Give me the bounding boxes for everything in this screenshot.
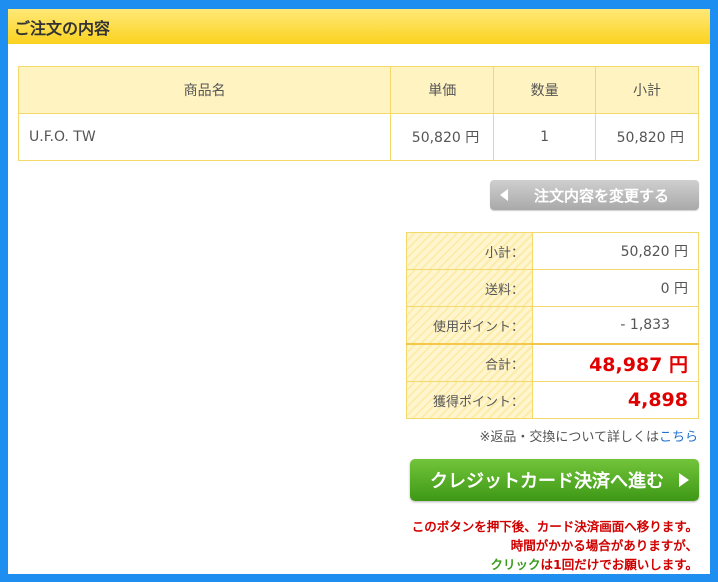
- section-title: ご注文の内容: [14, 18, 111, 38]
- order-summary-table: 小計： 50,820 円 送料： 0 円 使用ポイント： - 1,833 合計：…: [406, 232, 699, 419]
- total-value: 48,987 円: [532, 343, 699, 382]
- total-label: 合計：: [406, 343, 533, 382]
- summary-row-shipping: 送料： 0 円: [406, 269, 699, 307]
- summary-row-total: 合計： 48,987 円: [406, 343, 699, 382]
- subtotal-value: 50,820 円: [532, 232, 699, 270]
- points-used-label: 使用ポイント：: [406, 306, 533, 345]
- column-header-subtotal: 小計: [595, 66, 699, 114]
- proceed-button-label: クレジットカード決済へ進む: [430, 471, 664, 492]
- summary-row-points-used: 使用ポイント： - 1,833: [406, 306, 699, 345]
- warning-line-2: 時間がかかる場合がありますが、: [510, 538, 698, 553]
- table-row: U.F.O. TW 50,820 円 1 50,820 円: [17, 113, 699, 161]
- points-earned-label: 獲得ポイント：: [406, 381, 533, 419]
- table-header-row: 商品名 単価 数量 小計: [17, 66, 699, 114]
- column-header-quantity: 数量: [493, 66, 597, 114]
- unit-price-cell: 50,820 円: [390, 113, 495, 161]
- subtotal-cell: 50,820 円: [595, 113, 699, 161]
- summary-row-points-earned: 獲得ポイント： 4,898: [406, 381, 699, 419]
- points-earned-value: 4,898: [532, 381, 699, 419]
- quantity-cell: 1: [493, 113, 597, 161]
- proceed-to-credit-card-button[interactable]: クレジットカード決済へ進む: [410, 459, 699, 501]
- product-name-cell: U.F.O. TW: [17, 113, 392, 161]
- triangle-right-icon: [679, 473, 689, 487]
- points-used-value: - 1,833: [532, 306, 699, 345]
- warning-line-3: クリックは1回だけでお願いします。: [412, 555, 698, 574]
- warning-click-text: クリック: [490, 557, 541, 572]
- returns-note-text: ※返品・交換について詳しくは: [479, 430, 659, 445]
- payment-warning: このボタンを押下後、カード決済画面へ移ります。 時間がかかる場合がありますが、 …: [412, 517, 698, 574]
- subtotal-label: 小計：: [406, 232, 533, 270]
- section-header: ご注文の内容: [8, 9, 710, 44]
- triangle-left-icon: [500, 189, 508, 201]
- warning-line-1: このボタンを押下後、カード決済画面へ移ります。: [411, 519, 698, 534]
- returns-note: ※返品・交換について詳しくはこちら: [479, 426, 698, 445]
- order-items-table: 商品名 単価 数量 小計 U.F.O. TW 50,820 円 1 50,820…: [17, 66, 699, 161]
- shipping-value: 0 円: [532, 269, 699, 307]
- returns-info-link[interactable]: こちら: [659, 430, 698, 445]
- change-order-label: 注文内容を変更する: [534, 186, 670, 205]
- summary-row-subtotal: 小計： 50,820 円: [406, 232, 699, 270]
- column-header-unit-price: 単価: [390, 66, 495, 114]
- warning-line-3-rest: は1回だけでお願いします。: [540, 557, 698, 572]
- shipping-label: 送料：: [406, 269, 533, 307]
- column-header-product: 商品名: [17, 66, 392, 114]
- change-order-button[interactable]: 注文内容を変更する: [490, 180, 699, 210]
- order-panel: ご注文の内容 商品名 単価 数量 小計 U.F.O. TW 50,820 円 1…: [0, 0, 718, 582]
